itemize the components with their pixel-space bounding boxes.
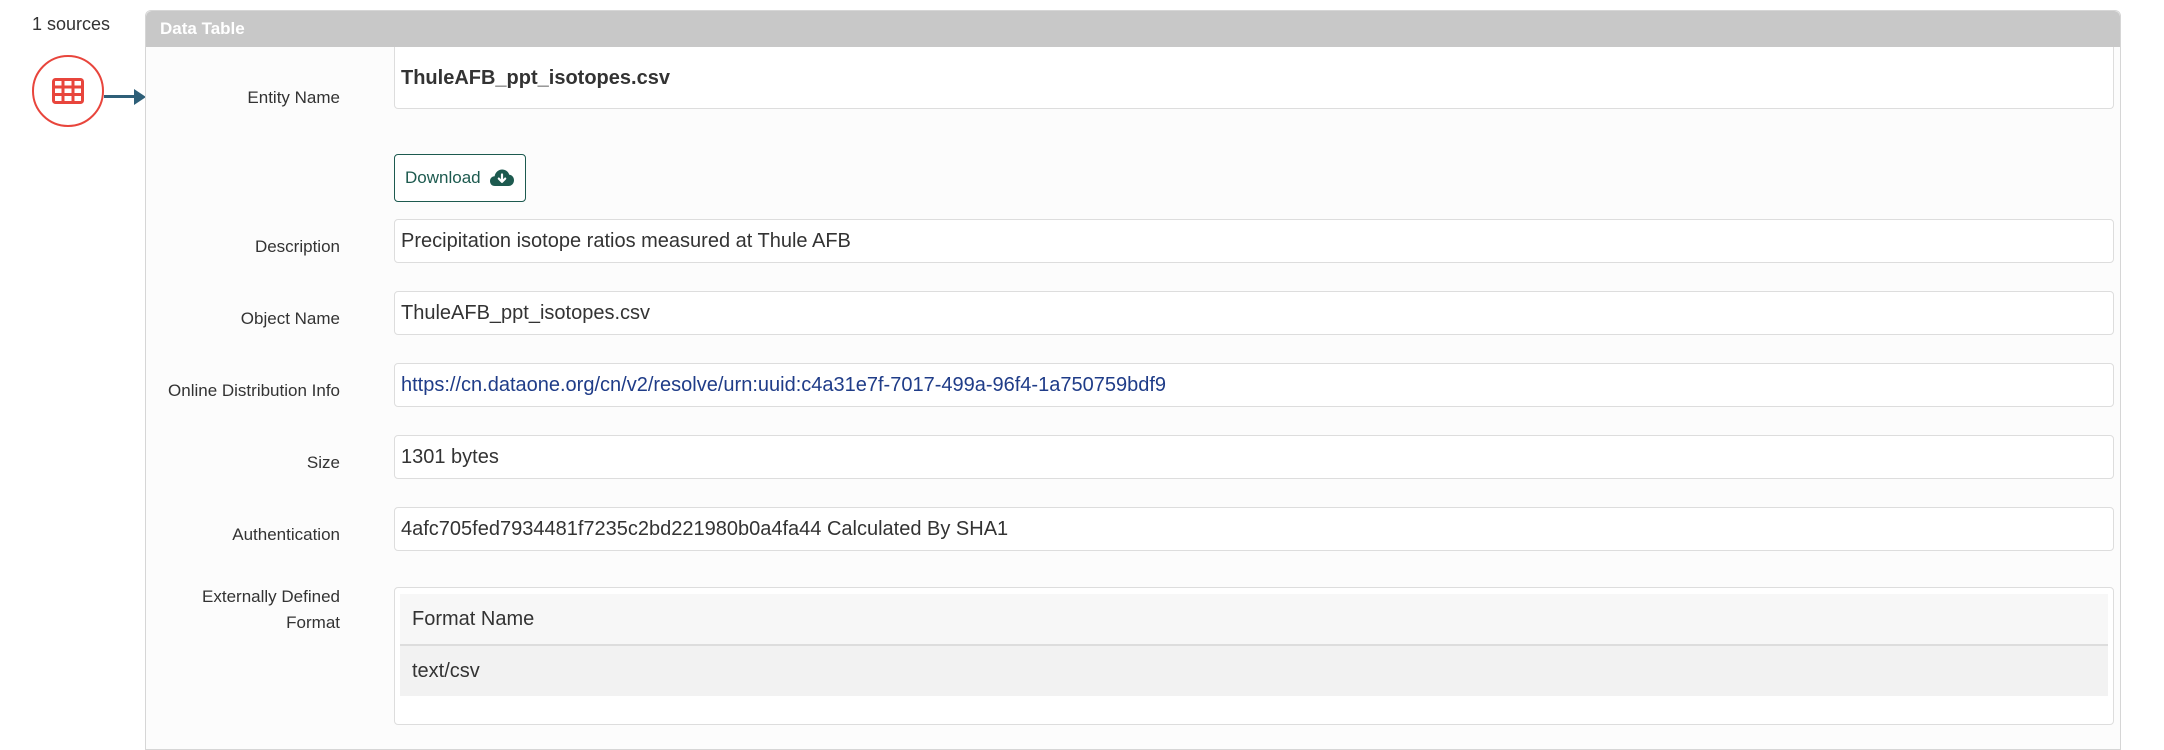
- table-row: text/csv: [400, 645, 2108, 696]
- external-format-label-line1: Externally Defined: [202, 587, 340, 606]
- object-name-value: ThuleAFB_ppt_isotopes.csv: [394, 291, 2114, 335]
- format-table-header-row: Format Name: [400, 594, 2108, 646]
- cloud-download-icon: [489, 169, 514, 186]
- entity-name-label: Entity Name: [247, 88, 340, 107]
- format-name-column-header: Format Name: [400, 594, 2108, 646]
- table-icon: [52, 78, 84, 104]
- external-format-box: Format Name text/csv: [394, 587, 2114, 725]
- format-table: Format Name text/csv: [400, 594, 2108, 696]
- panel-title: Data Table: [146, 11, 2120, 47]
- online-distribution-label: Online Distribution Info: [168, 381, 340, 400]
- size-label: Size: [306, 453, 340, 472]
- size-value: 1301 bytes: [394, 435, 2114, 479]
- online-distribution-link[interactable]: https://cn.dataone.org/cn/v2/resolve/urn…: [401, 374, 1166, 396]
- description-value: Precipitation isotope ratios measured at…: [394, 219, 2114, 263]
- download-button[interactable]: Download: [394, 154, 526, 202]
- external-format-label: Externally Defined Format: [202, 584, 340, 636]
- description-label: Description: [254, 237, 340, 256]
- entity-name-value: ThuleAFB_ppt_isotopes.csv: [394, 47, 2114, 109]
- authentication-value: 4afc705fed7934481f7235c2bd221980b0a4fa44…: [394, 507, 2114, 551]
- source-table-button[interactable]: [32, 55, 104, 127]
- data-table-panel: Data Table Entity Name ThuleAFB_ppt_isot…: [145, 10, 2121, 750]
- sources-count: 1 sources: [32, 14, 111, 34]
- download-button-label: Download: [405, 168, 481, 187]
- external-format-label-line2: Format: [286, 613, 340, 632]
- authentication-label: Authentication: [232, 525, 340, 544]
- online-distribution-value: https://cn.dataone.org/cn/v2/resolve/urn…: [394, 363, 2114, 407]
- format-name-cell: text/csv: [400, 645, 2108, 696]
- object-name-label: Object Name: [240, 309, 340, 328]
